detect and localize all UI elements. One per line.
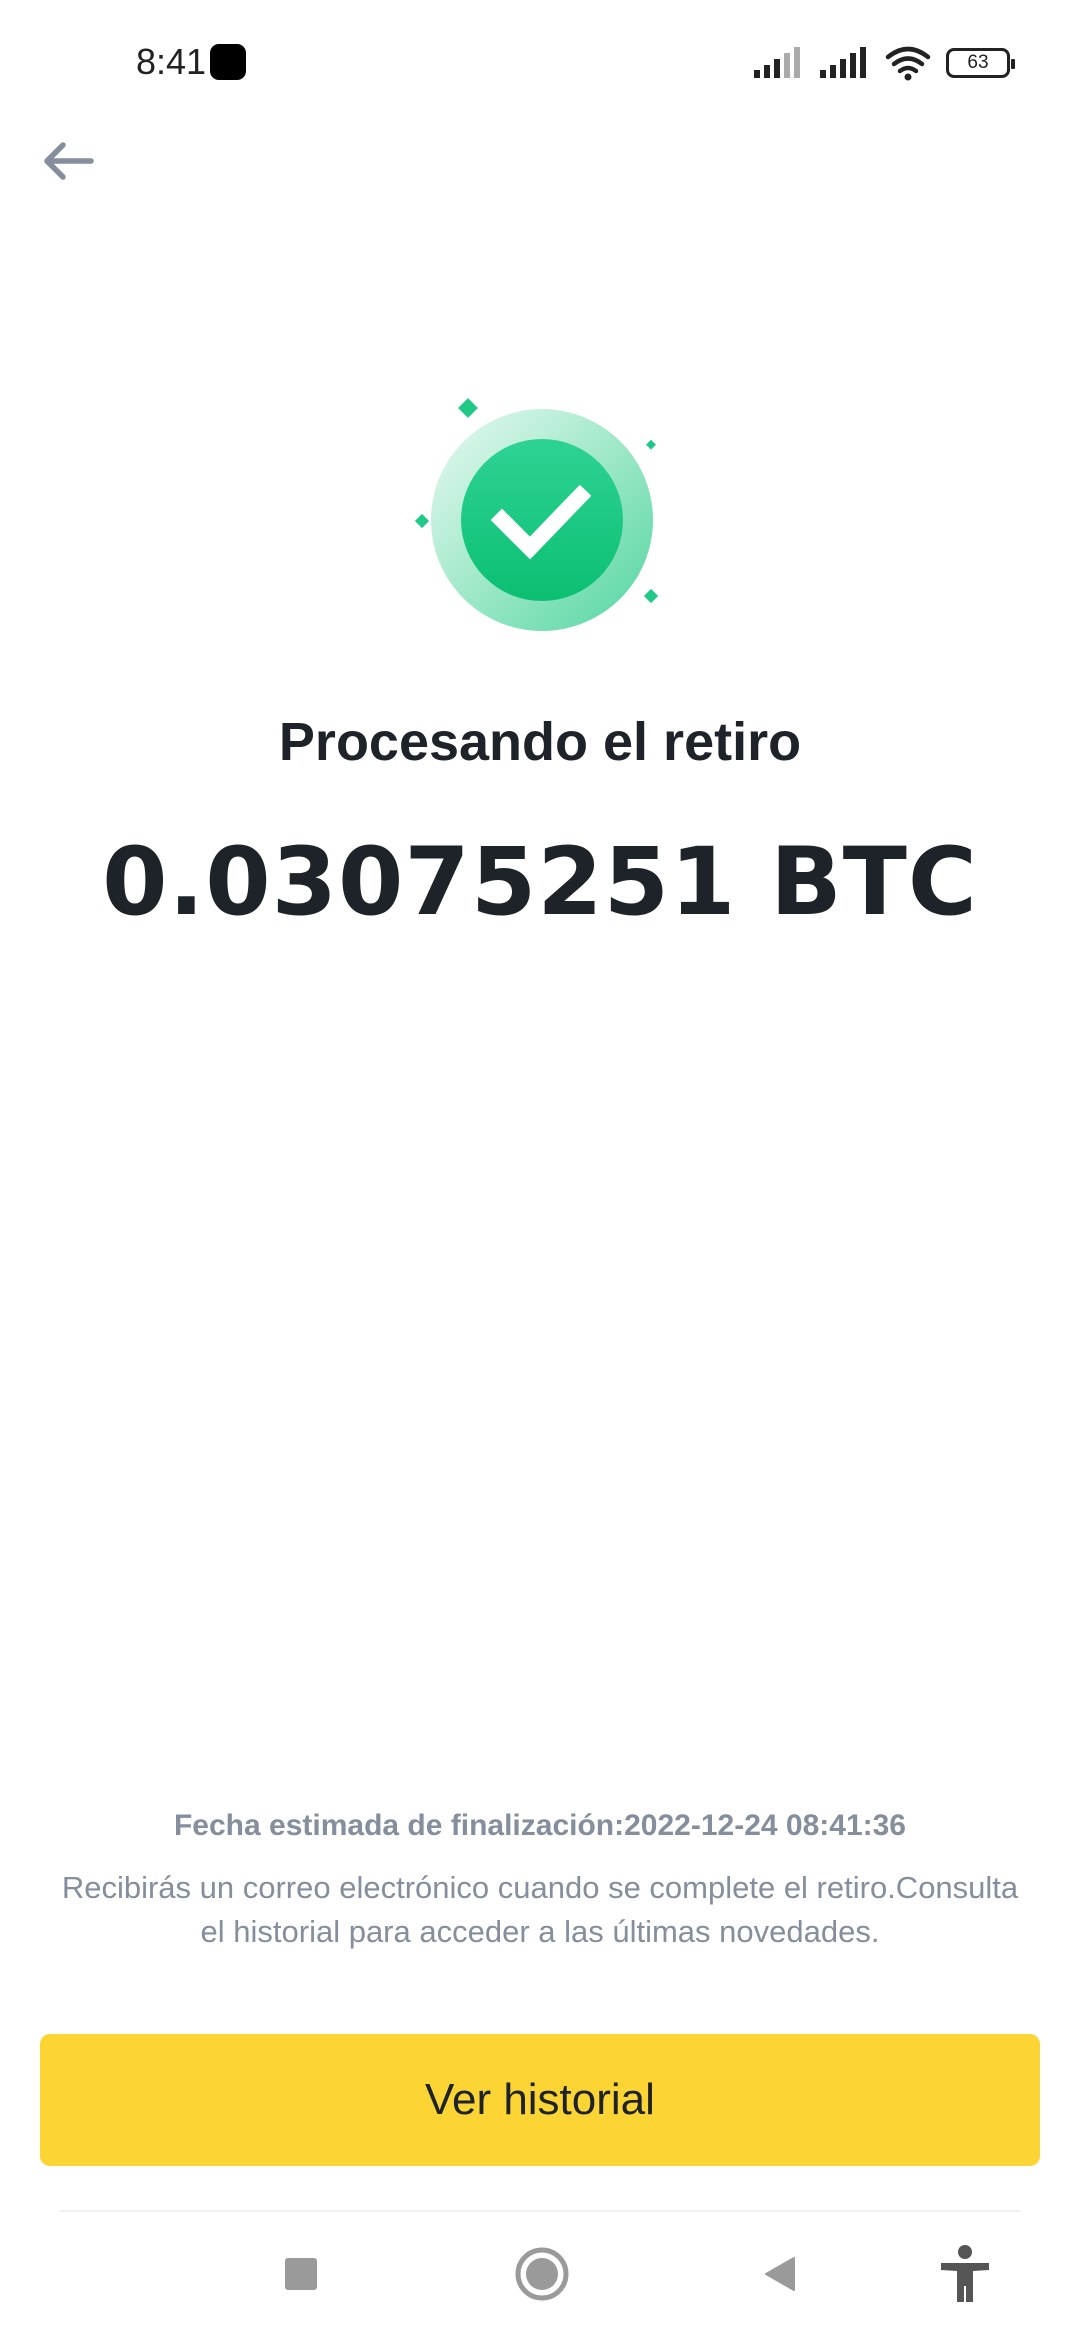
wifi-icon bbox=[885, 46, 931, 81]
accessibility-button[interactable] bbox=[925, 2234, 1005, 2314]
signal-icon bbox=[754, 47, 800, 78]
estimated-completion: Fecha estimada de finalización:2022-12-2… bbox=[173, 1809, 906, 1842]
accessibility-icon bbox=[941, 2245, 989, 2302]
battery-level: 63 bbox=[967, 52, 989, 73]
system-nav-bar bbox=[0, 2212, 1080, 2340]
back-button[interactable] bbox=[36, 130, 98, 192]
page-title: Procesando el retiro bbox=[278, 712, 802, 772]
nav-back-button[interactable] bbox=[740, 2234, 820, 2314]
circle-icon bbox=[515, 2247, 569, 2301]
nav-recents-button[interactable] bbox=[261, 2234, 341, 2314]
withdrawal-amount: 0.03075251 BTC bbox=[102, 828, 978, 937]
triangle-left-icon bbox=[765, 2257, 795, 2291]
battery-icon: 63 bbox=[946, 48, 1015, 78]
signal-icon bbox=[820, 47, 866, 78]
check-circle-icon bbox=[414, 398, 659, 631]
status-time: 8:41 bbox=[136, 41, 207, 82]
view-history-button[interactable]: Ver historial bbox=[40, 2034, 1040, 2166]
status-bar: 8:41 63 bbox=[0, 0, 1080, 128]
square-icon bbox=[285, 2258, 317, 2290]
info-note: Recibirás un correo electrónico cuando s… bbox=[61, 1870, 1019, 1949]
notification-icon bbox=[210, 44, 246, 80]
arrow-left-icon bbox=[44, 142, 94, 180]
status-icons: 63 bbox=[752, 40, 1015, 86]
nav-home-button[interactable] bbox=[502, 2234, 582, 2314]
